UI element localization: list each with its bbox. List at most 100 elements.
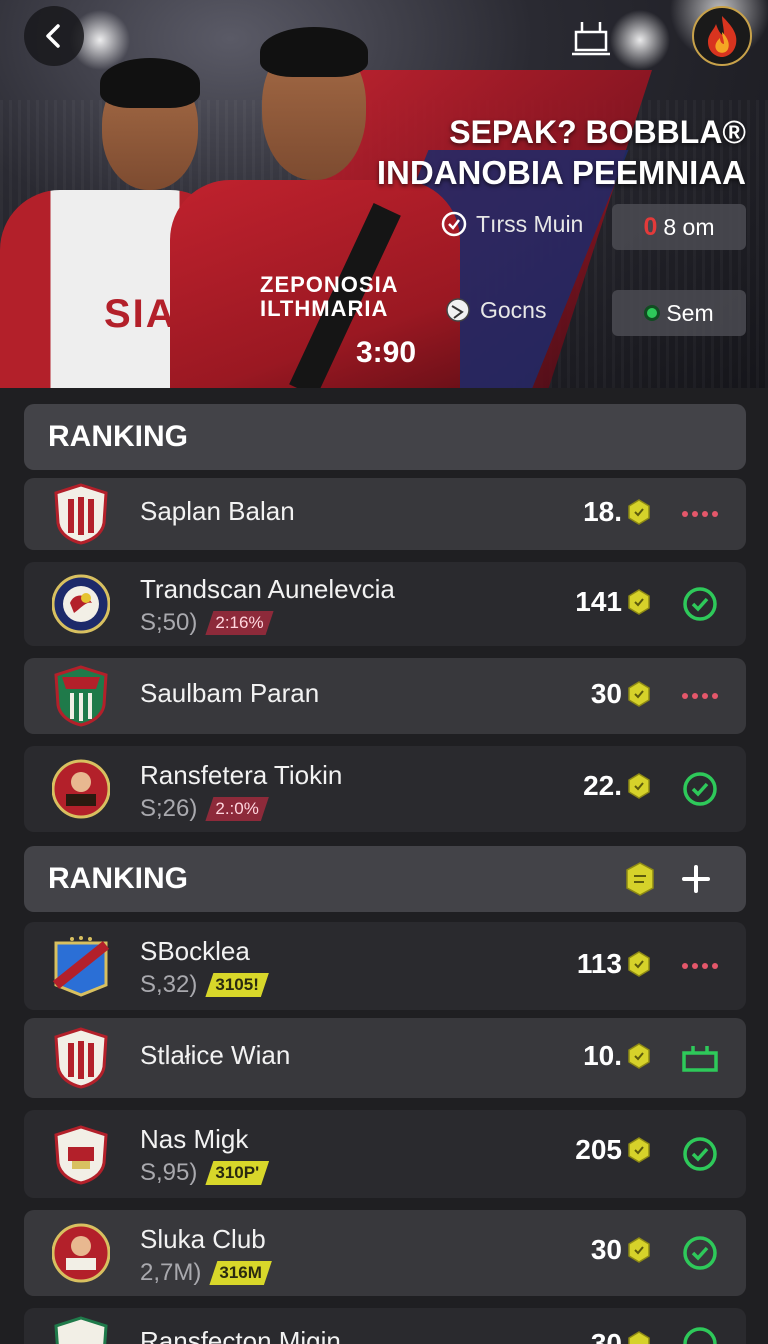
ranking-row[interactable]: Saulbam Paran 30 (24, 658, 746, 734)
box-button[interactable] (678, 1036, 722, 1080)
club-subline: 2,7M) 316M (140, 1259, 272, 1287)
club-crest-icon (54, 1316, 108, 1344)
hero-score: 3:90 (356, 336, 417, 369)
row-names: Ransfetera Tiokin S;26) 2.:0% (140, 760, 342, 823)
points-value: 141 (575, 586, 622, 617)
stat-players: Tırss Muin (440, 210, 583, 238)
ranking-row[interactable]: Nas Migk S,95) 310P' 205 (24, 1110, 746, 1198)
club-points: 205 (575, 1134, 650, 1166)
confirm-button[interactable] (678, 1231, 722, 1275)
player-right-hair (260, 27, 368, 77)
club-subline: S;50) 2:16% (140, 609, 395, 637)
stat-players-text: 8 om (663, 213, 715, 240)
confirm-button[interactable] (678, 1322, 722, 1344)
club-stat: S,95) (140, 1159, 198, 1186)
coin-icon (628, 1237, 650, 1263)
ranking-row[interactable]: Ransfetera Tiokin S;26) 2.:0% 22. (24, 746, 746, 832)
check-circle-icon (683, 587, 717, 621)
stat-goals-text: Sem (666, 299, 714, 326)
ranking-row[interactable]: Saplan Balan 18. (24, 478, 746, 550)
club-name: Sluka Club (140, 1224, 266, 1254)
club-stat: S;26) (140, 795, 198, 822)
club-crest-icon (54, 483, 108, 545)
ranking-row[interactable]: Trandscan Aunelevcia S;50) 2:16% 141 (24, 562, 746, 646)
points-value: 30 (590, 1328, 622, 1344)
check-circle-icon (683, 1327, 717, 1344)
stat-goals-value: Sem (612, 290, 746, 336)
club-crest-icon (52, 759, 110, 819)
club-name: SBocklea (140, 936, 250, 966)
change-tag: 310P' (205, 1161, 269, 1185)
club-crest-icon (52, 574, 110, 634)
points-value: 18. (583, 496, 622, 527)
ranking-row[interactable]: Sluka Club 2,7M) 316M 30 (24, 1210, 746, 1296)
club-name: Trandscan Aunelevcia (140, 574, 395, 604)
club-crest-icon (52, 1223, 110, 1283)
change-tag: 316M (209, 1261, 272, 1285)
club-points: 30 (591, 678, 650, 710)
points-value: 30 (590, 678, 622, 709)
chevron-left-icon (46, 24, 60, 48)
club-crest-icon (54, 1027, 108, 1089)
stat-players-value: 0 8 om (612, 204, 746, 250)
club-points: 30 (591, 1234, 650, 1266)
club-points: 30 (591, 1328, 650, 1344)
add-icon[interactable] (682, 865, 710, 893)
row-names: Ransfecton Migin (140, 1326, 341, 1344)
coin-icon (628, 589, 650, 615)
confirm-button[interactable] (678, 767, 722, 811)
flame-logo-button[interactable] (692, 6, 752, 66)
coin-icon (628, 681, 650, 707)
ranking-row[interactable]: Stlałice Wian 10. (24, 1018, 746, 1098)
club-crest-icon (54, 665, 108, 727)
ranking-row[interactable]: SBocklea S,32) 3105! 113 (24, 922, 746, 1010)
club-points: 141 (575, 586, 650, 618)
more-button[interactable] (678, 492, 722, 536)
club-name: Saulbam Paran (140, 678, 320, 708)
coin-icon (628, 1043, 650, 1069)
points-value: 22. (583, 770, 622, 801)
hero-banner: SIAV ZEPONOSIA ILTHMARIA SEPAK? BOBBLA® … (0, 0, 768, 388)
clock-check-icon (441, 211, 467, 237)
more-button[interactable] (678, 674, 722, 718)
ball-icon (446, 298, 470, 322)
change-tag: 2:16% (205, 611, 273, 635)
club-points: 10. (583, 1040, 650, 1072)
back-button[interactable] (24, 6, 84, 66)
club-name: Saplan Balan (140, 496, 295, 526)
club-points: 113 (577, 948, 650, 980)
check-circle-icon (683, 1137, 717, 1171)
points-value: 113 (576, 948, 622, 979)
stat-players-zero: 0 (643, 212, 658, 241)
row-names: Stlałice Wian (140, 1040, 290, 1071)
more-button[interactable] (678, 944, 722, 988)
badge-icon[interactable] (626, 862, 654, 896)
coin-icon (628, 1137, 650, 1163)
coin-icon (628, 1331, 650, 1344)
row-names: SBocklea S,32) 3105! (140, 936, 269, 999)
club-subline: S,95) 310P' (140, 1159, 269, 1187)
ranking-row[interactable]: Ransfecton Migin 30 (24, 1308, 746, 1344)
stat-players-label: Tırss Muin (476, 210, 584, 237)
row-names: Trandscan Aunelevcia S;50) 2:16% (140, 574, 395, 637)
points-value: 30 (590, 1234, 622, 1265)
points-value: 10. (583, 1040, 622, 1071)
club-stat: 2,7M) (140, 1259, 202, 1286)
change-tag: 2.:0% (205, 797, 268, 821)
player-right-shirt-text: ZEPONOSIA ILTHMARIA (260, 272, 399, 321)
ranking-header-2: RANKING (24, 846, 746, 912)
hero-title-line2: INDANOBIA PEEMNIAA (376, 154, 746, 191)
club-name: Stlałice Wian (140, 1040, 291, 1070)
row-names: Saulbam Paran (140, 678, 319, 709)
club-points: 18. (583, 496, 650, 528)
basket-icon (682, 1046, 718, 1072)
ranking-header-1: RANKING (24, 404, 746, 470)
ranking-title-2: RANKING (48, 862, 188, 895)
stand-icon[interactable] (572, 18, 610, 58)
stat-goals: Gocns (444, 296, 546, 324)
confirm-button[interactable] (678, 582, 722, 626)
confirm-button[interactable] (678, 1132, 722, 1176)
club-points: 22. (583, 770, 650, 802)
check-circle-icon (683, 772, 717, 806)
more-dots-icon (682, 511, 718, 517)
